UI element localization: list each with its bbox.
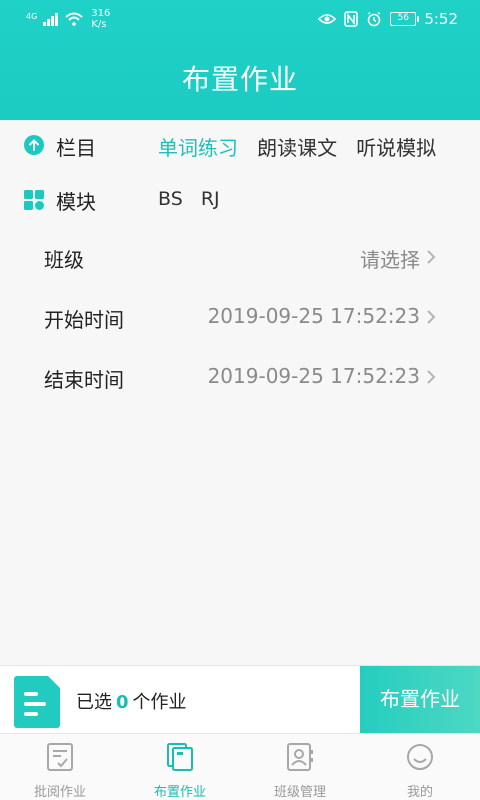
chevron-right-icon	[427, 250, 436, 264]
grid-icon	[24, 190, 44, 210]
nav-item-review[interactable]: 批阅作业	[0, 734, 120, 800]
module-label: 模块	[56, 190, 96, 214]
tab-word-practice[interactable]: 单词练习	[158, 132, 238, 161]
alarm-icon	[367, 11, 381, 27]
nfc-icon	[344, 11, 359, 27]
document-icon	[14, 676, 60, 728]
module-row: 模块 BS RJ	[0, 184, 480, 216]
wifi-icon	[65, 12, 83, 26]
status-bar: 4G 316 K/s 56 5:52	[0, 0, 480, 40]
nav-item-class-manage[interactable]: 班级管理	[240, 734, 360, 800]
selected-count-text: 已选 0 个作业	[76, 688, 187, 714]
status-right: 56 5:52	[318, 10, 458, 28]
chevron-right-icon	[427, 370, 436, 384]
speed-unit: K/s	[91, 19, 107, 30]
selected-prefix: 已选	[76, 692, 112, 713]
class-label: 班级	[44, 248, 84, 272]
assign-icon	[167, 743, 193, 771]
doc-line	[24, 702, 46, 706]
category-row: 栏目 单词练习 朗读课文 听说模拟	[0, 130, 480, 162]
class-value: 请选择	[360, 248, 420, 272]
module-option-rj[interactable]: RJ	[201, 188, 220, 210]
tab-read-text[interactable]: 朗读课文	[257, 132, 337, 161]
module-option-bs[interactable]: BS	[158, 188, 183, 210]
category-tabs: 单词练习 朗读课文 听说模拟	[158, 132, 436, 162]
network-speed: 316 K/s	[91, 8, 110, 30]
header: 4G 316 K/s 56 5:52 布置作业	[0, 0, 480, 120]
nav-item-mine[interactable]: 我的	[360, 734, 480, 800]
status-left: 4G 316 K/s	[26, 8, 110, 30]
selected-suffix: 个作业	[132, 692, 187, 713]
tab-listening-speaking[interactable]: 听说模拟	[356, 132, 436, 161]
eye-icon	[318, 14, 337, 24]
bottom-nav: 批阅作业 布置作业 班级管理 我的	[0, 733, 480, 800]
category-label: 栏目	[56, 136, 96, 160]
class-manage-icon	[287, 743, 313, 771]
nav-label-review: 批阅作业	[33, 785, 86, 800]
smile-icon	[407, 744, 433, 770]
screen: 4G 316 K/s 56 5:52 布置作业 栏目 单词练习 朗读课文 听说模…	[0, 0, 480, 800]
selected-count: 0	[116, 692, 129, 713]
doc-line	[24, 712, 38, 716]
start-time-value: 2019-09-25 17:52:23	[207, 304, 420, 328]
action-bar: 已选 0 个作业 布置作业	[0, 665, 480, 734]
nav-label-mine: 我的	[406, 785, 433, 800]
start-time-row[interactable]: 开始时间 2019-09-25 17:52:23	[0, 292, 480, 342]
network-type: 4G	[26, 11, 38, 21]
nav-item-assign[interactable]: 布置作业	[120, 734, 240, 800]
content: 栏目 单词练习 朗读课文 听说模拟 模块 BS RJ 班级 请选择 开始时间 2…	[0, 120, 480, 665]
page-title: 布置作业	[181, 63, 298, 96]
class-select-row[interactable]: 班级 请选择	[0, 232, 480, 282]
module-options: BS RJ	[158, 188, 232, 210]
end-time-label: 结束时间	[44, 368, 124, 392]
end-time-row[interactable]: 结束时间 2019-09-25 17:52:23	[0, 352, 480, 402]
assign-homework-button[interactable]: 布置作业	[360, 666, 480, 734]
battery-icon: 56	[390, 12, 420, 26]
nav-label-class-manage: 班级管理	[273, 785, 326, 800]
start-time-label: 开始时间	[44, 308, 124, 332]
nav-label-assign: 布置作业	[153, 785, 206, 800]
end-time-value: 2019-09-25 17:52:23	[207, 364, 420, 388]
review-icon	[47, 743, 73, 771]
speed-value: 316	[91, 8, 111, 19]
chevron-right-icon	[427, 310, 436, 324]
signal-icon	[43, 13, 59, 26]
arrow-up-circle-icon	[24, 135, 44, 155]
doc-line	[24, 692, 38, 696]
status-time: 5:52	[424, 10, 458, 28]
